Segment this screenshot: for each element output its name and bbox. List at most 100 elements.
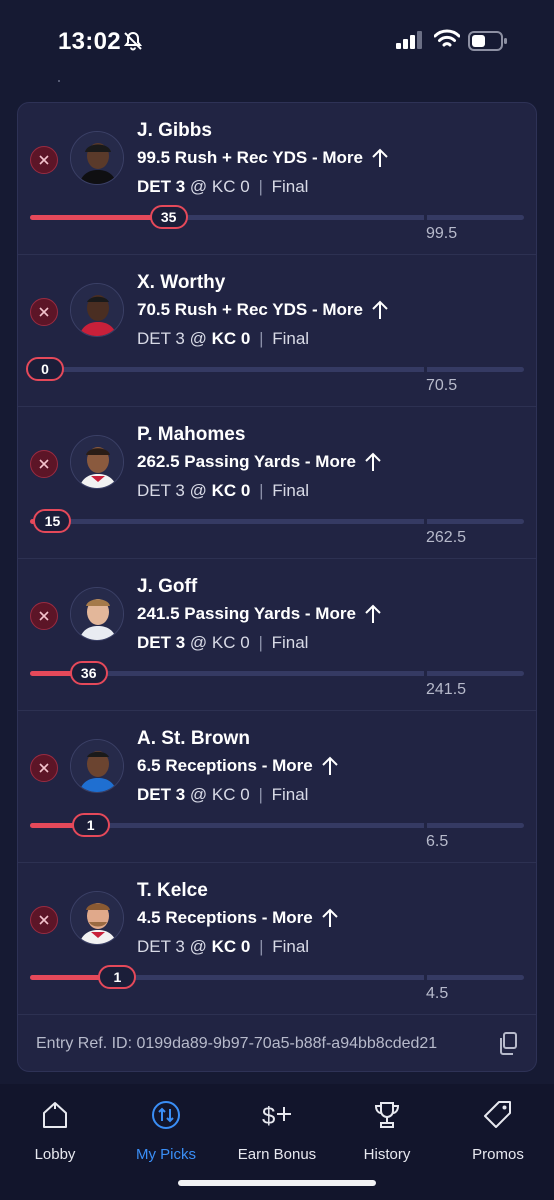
- game-score: DET 3 @ KC 0 | Final: [137, 329, 309, 349]
- pick-row: P. Mahomes 262.5 Passing Yards - More DE…: [18, 407, 536, 559]
- progress-track: 36: [30, 661, 524, 685]
- progress-track: 15: [30, 509, 524, 533]
- pick-row: J. Gibbs 99.5 Rush + Rec YDS - More DET …: [18, 103, 536, 255]
- arrow-up-icon: [322, 756, 338, 775]
- game-score: DET 3 @ KC 0 | Final: [137, 785, 308, 805]
- dollar-plus-icon: $: [222, 1098, 332, 1132]
- home-team-score: KC 0: [211, 177, 250, 196]
- tab-history[interactable]: History: [332, 1098, 442, 1163]
- close-icon: [39, 611, 49, 621]
- tab-label: Promos: [472, 1146, 524, 1163]
- game-status: Final: [272, 329, 310, 348]
- prop-line-text: 4.5 Receptions - More: [137, 908, 313, 927]
- player-avatar: [70, 435, 124, 489]
- prop-line-text: 262.5 Passing Yards - More: [137, 452, 356, 471]
- at-separator: @: [189, 177, 208, 196]
- at-separator: @: [189, 785, 208, 804]
- player-name: J. Goff: [137, 576, 198, 597]
- trophy-icon: [332, 1098, 442, 1132]
- goal-marker: [424, 972, 427, 983]
- player-avatar: [70, 891, 124, 945]
- remove-pick-button[interactable]: [30, 298, 58, 326]
- pick-row: J. Goff 241.5 Passing Yards - More DET 3…: [18, 559, 536, 711]
- at-separator: @: [189, 481, 207, 500]
- close-icon: [39, 459, 49, 469]
- home-team-score: KC 0: [211, 329, 251, 348]
- player-avatar: [70, 283, 124, 337]
- game-status: Final: [271, 785, 309, 804]
- progress-fill: [30, 215, 169, 220]
- home-team-score: KC 0: [211, 937, 251, 956]
- tab-label: Earn Bonus: [237, 1146, 317, 1163]
- remove-pick-button[interactable]: [30, 146, 58, 174]
- remove-pick-button[interactable]: [30, 906, 58, 934]
- close-icon: [39, 307, 49, 317]
- goal-marker: [424, 364, 427, 375]
- goal-marker: [424, 820, 427, 831]
- away-team-score: DET 3: [137, 329, 185, 348]
- game-status: Final: [271, 633, 309, 652]
- player-name: J. Gibbs: [137, 120, 212, 141]
- target-value: 70.5: [426, 377, 458, 394]
- arrow-up-icon: [372, 148, 388, 167]
- goal-marker: [424, 668, 427, 679]
- arrow-up-icon: [372, 300, 388, 319]
- home-icon: [0, 1098, 110, 1132]
- tab-promos[interactable]: Promos: [443, 1098, 553, 1163]
- prop-line: 262.5 Passing Yards - More: [137, 452, 382, 472]
- game-status: Final: [271, 177, 309, 196]
- player-avatar: [70, 131, 124, 185]
- target-value: 4.5: [426, 985, 449, 1002]
- target-value: 99.5: [426, 225, 458, 242]
- at-separator: @: [189, 937, 207, 956]
- game-score: DET 3 @ KC 0 | Final: [137, 177, 308, 197]
- remove-pick-button[interactable]: [30, 602, 58, 630]
- prop-line-text: 99.5 Rush + Rec YDS - More: [137, 148, 363, 167]
- divider: |: [258, 177, 263, 196]
- home-team-score: KC 0: [211, 785, 250, 804]
- battery-icon: [468, 31, 508, 56]
- prop-line: 70.5 Rush + Rec YDS - More: [137, 300, 389, 320]
- prop-line-text: 70.5 Rush + Rec YDS - More: [137, 300, 363, 319]
- game-status: Final: [272, 481, 310, 500]
- status-time: 13:02: [58, 28, 121, 55]
- arrow-up-icon: [365, 452, 381, 471]
- pick-row: A. St. Brown 6.5 Receptions - More DET 3…: [18, 711, 536, 863]
- divider: |: [259, 937, 264, 956]
- tab-earn-bonus[interactable]: $ Earn Bonus: [222, 1098, 332, 1163]
- pick-row: X. Worthy 70.5 Rush + Rec YDS - More DET…: [18, 255, 536, 407]
- player-name: X. Worthy: [137, 272, 226, 293]
- copy-icon[interactable]: [498, 1032, 518, 1061]
- target-value: 262.5: [426, 529, 467, 546]
- at-separator: @: [189, 329, 207, 348]
- tab-lobby[interactable]: Lobby: [0, 1098, 110, 1163]
- game-score: DET 3 @ KC 0 | Final: [137, 633, 308, 653]
- svg-text:$: $: [262, 1103, 275, 1130]
- current-stat-bubble: 36: [69, 661, 108, 685]
- entry-ref-id: Entry Ref. ID: 0199da89-9b97-70a5-b88f-a…: [36, 1035, 438, 1052]
- game-status: Final: [272, 937, 310, 956]
- remove-pick-button[interactable]: [30, 450, 58, 478]
- tab-my-picks[interactable]: My Picks: [111, 1098, 221, 1163]
- bell-slash-icon: [122, 30, 144, 57]
- remove-pick-button[interactable]: [30, 754, 58, 782]
- decorative-dot: [58, 80, 60, 82]
- game-score: DET 3 @ KC 0 | Final: [137, 937, 309, 957]
- prop-line: 99.5 Rush + Rec YDS - More: [137, 148, 389, 168]
- progress-track: 1: [30, 813, 524, 837]
- home-team-score: KC 0: [211, 481, 251, 500]
- cellular-signal-icon: [396, 31, 424, 54]
- divider: |: [258, 633, 263, 652]
- player-avatar: [70, 587, 124, 641]
- player-name: A. St. Brown: [137, 728, 250, 749]
- tab-label: My Picks: [136, 1146, 196, 1163]
- at-separator: @: [189, 633, 208, 652]
- tag-icon: [443, 1098, 553, 1132]
- status-bar: 13:02: [0, 0, 554, 84]
- target-value: 6.5: [426, 833, 449, 850]
- prop-line-text: 241.5 Passing Yards - More: [137, 604, 356, 623]
- current-stat-bubble: 15: [33, 509, 72, 533]
- current-stat-bubble: 1: [98, 965, 137, 989]
- arrow-up-icon: [365, 604, 381, 623]
- progress-track: 0: [26, 357, 524, 381]
